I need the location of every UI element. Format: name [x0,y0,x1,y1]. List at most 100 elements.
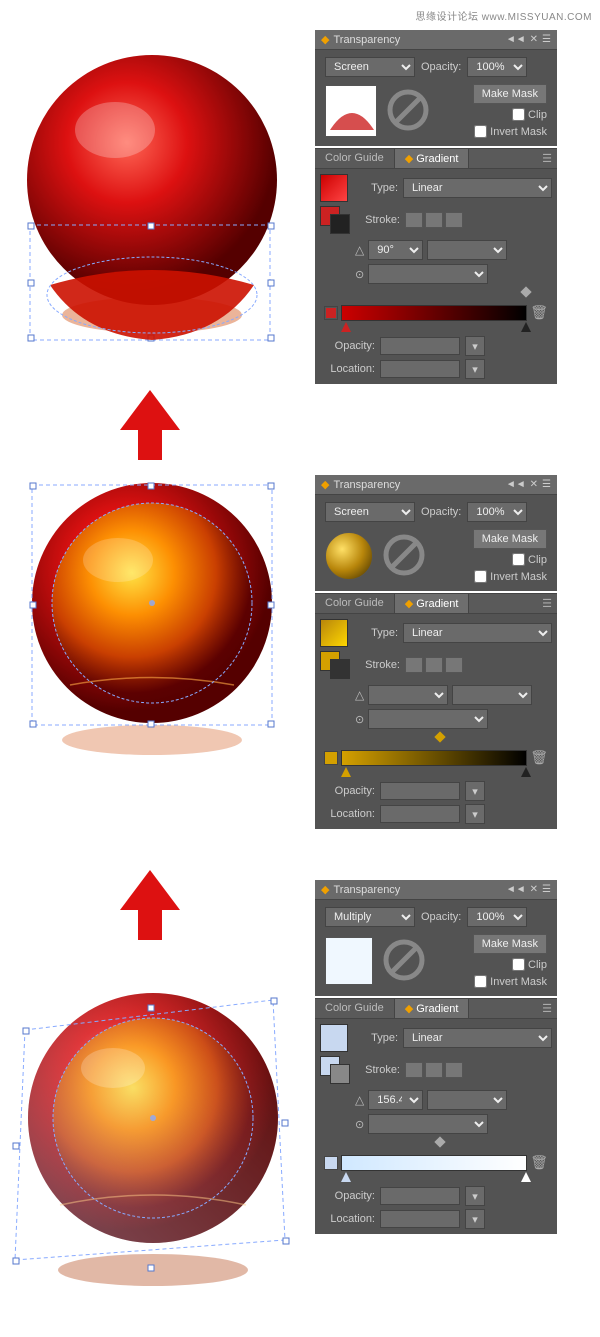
stroke-row-2: Stroke: [320,651,552,679]
stroke-icon-2b[interactable] [425,657,443,673]
angle-triangle-2: △ [355,688,364,702]
stroke-icon-1a[interactable] [405,212,423,228]
close-btn-2[interactable]: ✕ [530,479,538,490]
stroke-icon-2a[interactable] [405,657,423,673]
opacity-select-3[interactable]: 100% [467,907,527,927]
gradient-tab-1[interactable]: ◆ Gradient [395,149,470,168]
location-label-3: Location: [320,1213,375,1225]
diamond-icon-1: ◆ [321,33,329,46]
type-select-3[interactable]: Linear [403,1028,552,1048]
opacity-label-2: Opacity: [421,506,461,518]
opacity-select-1[interactable]: 100% [467,57,527,77]
invert-checkbox-2[interactable] [474,570,487,583]
stroke-icon-3a[interactable] [405,1062,423,1078]
gradient-menu-1[interactable]: ☰ [537,149,557,168]
color-guide-tab-3[interactable]: Color Guide [315,999,395,1018]
angle-extra-select-1[interactable] [427,240,507,260]
blend-mode-select-2[interactable]: Screen [325,502,415,522]
type-row-3: Type: Linear [320,1024,552,1052]
diamond-stop-2[interactable] [434,731,445,742]
clip-checkbox-1[interactable] [512,108,525,121]
opacity-dropdown-1[interactable]: ▾ [465,336,485,356]
gradient-menu-2[interactable]: ☰ [537,594,557,613]
transparency-label-3: Transparency [333,884,400,896]
stroke-icon-3c[interactable] [445,1062,463,1078]
location-field-3[interactable] [380,1210,460,1228]
clip-checkbox-2[interactable] [512,553,525,566]
collapse-btn-1[interactable]: ◄◄ [506,34,526,45]
make-mask-btn-2[interactable]: Make Mask [473,529,547,549]
opacity-dropdown-2[interactable]: ▾ [465,781,485,801]
blend-mode-select-3[interactable]: Multiply [325,907,415,927]
type-select-1[interactable]: Linear [403,178,552,198]
gradient-swatch-2[interactable] [320,619,348,647]
close-btn-1[interactable]: ✕ [530,34,538,45]
collapse-btn-2[interactable]: ◄◄ [506,479,526,490]
stop-left-3[interactable] [341,1172,351,1182]
sub-select-1[interactable] [368,264,488,284]
delete-stop-3[interactable]: 🗑 [530,1154,548,1171]
location-dropdown-1[interactable]: ▾ [465,359,485,379]
location-dropdown-3[interactable]: ▾ [465,1209,485,1229]
location-field-2[interactable] [380,805,460,823]
stroke-icon-1b[interactable] [425,212,443,228]
blend-mode-select-1[interactable]: Screen [325,57,415,77]
bg-swatch-2[interactable] [330,659,350,679]
opacity-field-3[interactable] [380,1187,460,1205]
location-field-1[interactable] [380,360,460,378]
invert-checkbox-1[interactable] [474,125,487,138]
location-dropdown-2[interactable]: ▾ [465,804,485,824]
stop-left-1[interactable] [341,322,351,332]
stroke-icon-3b[interactable] [425,1062,443,1078]
left-stop-color-2[interactable] [324,751,338,765]
gradient-tab-3[interactable]: ◆ Gradient [395,999,470,1018]
stop-left-2[interactable] [341,767,351,777]
delete-stop-2[interactable]: 🗑 [530,749,548,766]
stroke-icon-2c[interactable] [445,657,463,673]
stop-right-2[interactable] [521,767,531,777]
stop-right-3[interactable] [521,1172,531,1182]
stop-markers-3 [324,1172,548,1182]
diamond-stop-3[interactable] [434,1136,445,1147]
bg-swatch-1[interactable] [330,214,350,234]
menu-btn-2[interactable]: ☰ [542,479,551,490]
gradient-menu-3[interactable]: ☰ [537,999,557,1018]
make-mask-btn-1[interactable]: Make Mask [473,84,547,104]
sub-select-3[interactable] [368,1114,488,1134]
no-entry-icon-2 [383,534,425,579]
left-stop-color-3[interactable] [324,1156,338,1170]
angle-select-2[interactable] [368,685,448,705]
gradient-bar-3[interactable] [341,1155,527,1171]
color-guide-tab-2[interactable]: Color Guide [315,594,395,613]
gradient-tab-2[interactable]: ◆ Gradient [395,594,470,613]
diamond-stop-1[interactable] [520,286,531,297]
diamond-icon-2: ◆ [321,478,329,491]
angle-select-3[interactable]: 156.4° [368,1090,423,1110]
make-mask-btn-3[interactable]: Make Mask [473,934,547,954]
collapse-btn-3[interactable]: ◄◄ [506,884,526,895]
opacity-field-2[interactable] [380,782,460,800]
menu-btn-1[interactable]: ☰ [542,34,551,45]
stop-right-1[interactable] [521,322,531,332]
color-guide-tab-1[interactable]: Color Guide [315,149,395,168]
opacity-dropdown-3[interactable]: ▾ [465,1186,485,1206]
gradient-swatch-3[interactable] [320,1024,348,1052]
opacity-select-2[interactable]: 100% [467,502,527,522]
delete-stop-1[interactable]: 🗑 [530,304,548,321]
close-btn-3[interactable]: ✕ [530,884,538,895]
stroke-icon-1c[interactable] [445,212,463,228]
opacity-field-1[interactable] [380,337,460,355]
clip-checkbox-3[interactable] [512,958,525,971]
bg-swatch-3[interactable] [330,1064,350,1084]
sub-select-2[interactable] [368,709,488,729]
type-select-2[interactable]: Linear [403,623,552,643]
gradient-bar-1[interactable] [341,305,527,321]
menu-btn-3[interactable]: ☰ [542,884,551,895]
invert-checkbox-3[interactable] [474,975,487,988]
left-stop-color-1[interactable] [324,306,338,320]
angle-extra-select-3[interactable] [427,1090,507,1110]
gradient-swatch-1[interactable] [320,174,348,202]
angle-select-1[interactable]: 90° [368,240,423,260]
angle-extra-select-2[interactable] [452,685,532,705]
gradient-bar-2[interactable] [341,750,527,766]
